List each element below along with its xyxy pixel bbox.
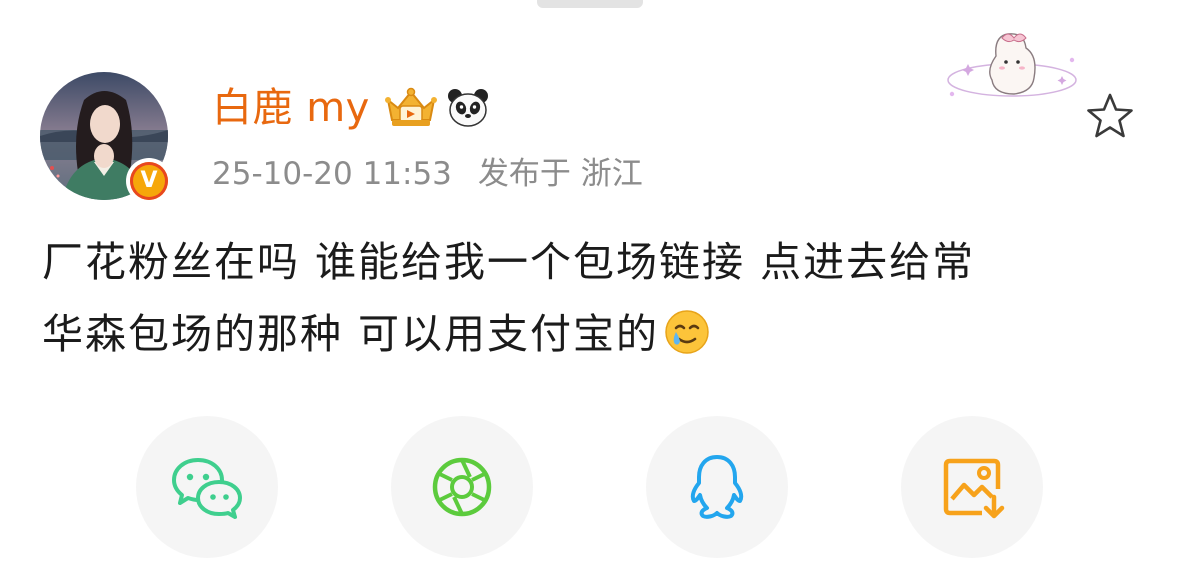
post-text-line-2: 华森包场的那种 可以用支付宝的 [42,298,1142,370]
verified-badge: V [126,158,172,204]
save-image-icon [943,458,1005,519]
post-timestamp: 25-10-20 11:53 [212,156,452,192]
wechat-icon [172,458,242,519]
post-text-line-1: 厂花粉丝在吗 谁能给我一个包场链接 点进去给常 [42,238,976,286]
share-qq-button[interactable] [646,416,788,558]
post-content: 厂花粉丝在吗 谁能给我一个包场链接 点进去给常 华森包场的那种 可以用支付宝的 [42,226,1142,370]
smiling-face-with-tear-icon [665,310,709,354]
favorite-button[interactable] [1084,90,1136,142]
username[interactable]: 白鹿 my [212,80,370,136]
author-row: 白鹿 my [212,80,490,136]
save-image-button[interactable] [901,416,1043,558]
panda-icon[interactable] [446,86,490,130]
share-wechat-button[interactable] [136,416,278,558]
post-location: 发布于 浙江 [477,156,643,192]
crown-badge-icon[interactable] [382,86,440,130]
moments-icon [432,457,492,517]
share-moments-button[interactable] [391,416,533,558]
qq-icon [690,455,744,519]
decorative-sticker-icon [947,33,1077,97]
share-options [0,416,1179,558]
post-meta: 25-10-20 11:53 发布于 浙江 [212,152,643,196]
star-outline-icon [1087,93,1133,138]
sheet-drag-handle[interactable] [537,0,643,8]
